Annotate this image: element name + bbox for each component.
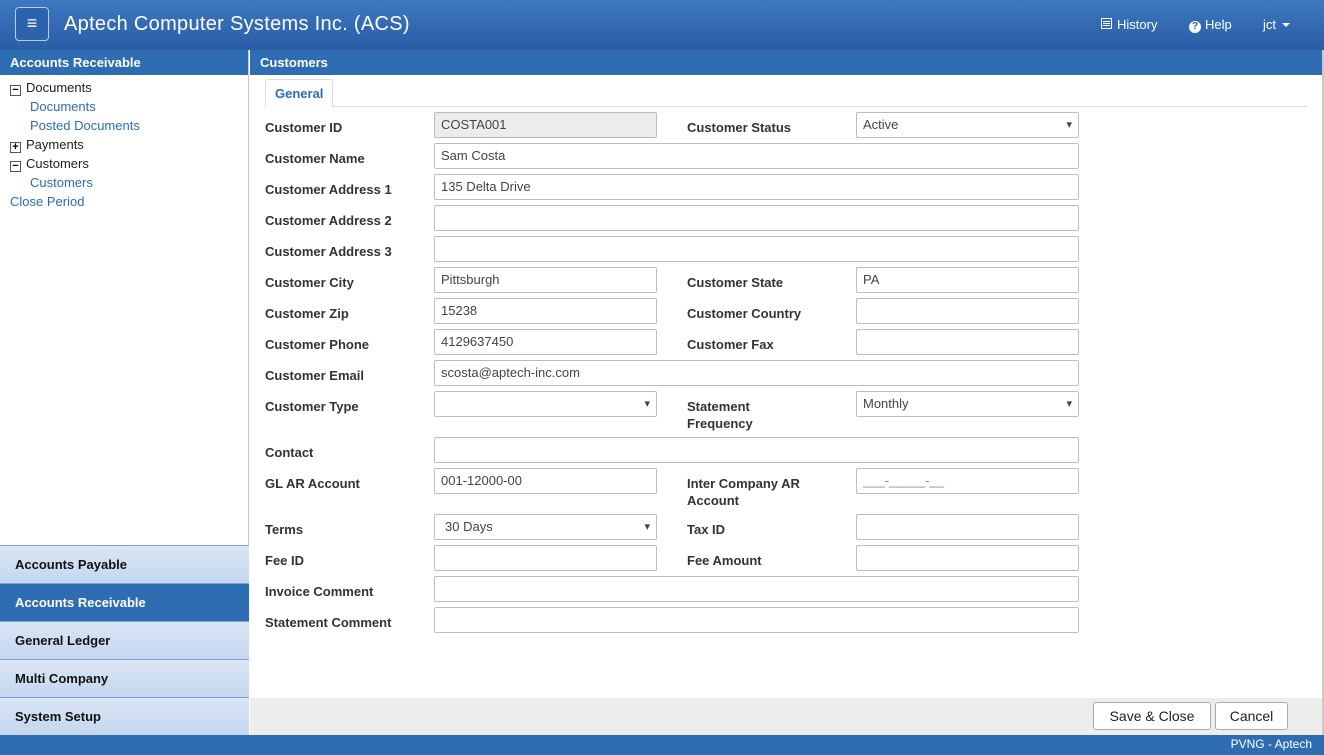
module-accounts-payable[interactable]: Accounts Payable — [0, 545, 249, 583]
customer-address-3-label: Customer Address 3 — [265, 244, 392, 259]
customer-status-label: Customer Status — [687, 120, 792, 135]
module-system-setup[interactable]: System Setup — [0, 697, 249, 735]
customer-id-label: Customer ID — [265, 120, 343, 135]
tax-id-field[interactable] — [856, 514, 1079, 540]
customer-city-label: Customer City — [265, 275, 354, 290]
user-menu[interactable]: jct — [1263, 17, 1290, 32]
tree-node-payments[interactable]: + Payments — [10, 135, 248, 154]
documents-link[interactable]: Documents — [30, 99, 96, 114]
tab-general[interactable]: General — [265, 79, 334, 108]
statement-frequency-label: Statement Frequency — [687, 399, 753, 431]
tree-node-documents[interactable]: − Documents — [10, 78, 248, 97]
customer-type-select[interactable] — [434, 391, 657, 417]
tree-item-customers[interactable]: Customers — [10, 173, 248, 192]
module-general-ledger[interactable]: General Ledger — [0, 621, 249, 659]
inter-company-ar-account-field[interactable]: ___-_____-__ — [856, 468, 1079, 494]
customer-email-label: Customer Email — [265, 368, 364, 383]
history-label: History — [1117, 17, 1158, 32]
customer-address-1-label: Customer Address 1 — [265, 182, 392, 197]
customer-type-label: Customer Type — [265, 399, 359, 414]
posted-documents-link[interactable]: Posted Documents — [30, 118, 140, 133]
tree-node-customers[interactable]: − Customers — [10, 154, 248, 173]
question-circle-icon: ? — [1189, 21, 1201, 33]
fee-id-label: Fee ID — [265, 553, 305, 568]
fee-amount-field[interactable] — [856, 545, 1079, 571]
contact-label: Contact — [265, 445, 314, 460]
module-multi-company[interactable]: Multi Company — [0, 659, 249, 697]
hamburger-menu-button[interactable]: ≡ — [15, 7, 49, 41]
inter-company-ar-account-label: Inter Company AR Account — [687, 476, 800, 508]
tree-item-posted-documents[interactable]: Posted Documents — [10, 116, 248, 135]
tree-item-close-period[interactable]: Close Period — [10, 192, 248, 211]
customer-state-field[interactable]: PA — [856, 267, 1079, 293]
customer-name-field[interactable]: Sam Costa — [434, 143, 1079, 169]
contact-field[interactable] — [434, 437, 1079, 463]
invoice-comment-field[interactable] — [434, 576, 1079, 602]
list-icon — [1101, 17, 1112, 32]
collapse-icon[interactable]: − — [10, 161, 21, 172]
module-accounts-receivable[interactable]: Accounts Receivable — [0, 583, 249, 621]
customer-address-3-field[interactable] — [434, 236, 1079, 262]
fee-id-field[interactable] — [434, 545, 657, 571]
help-link[interactable]: ? Help — [1189, 17, 1232, 33]
navigation-tree: − Documents Documents Posted Documents + P… — [0, 75, 248, 211]
terms-label: Terms — [265, 522, 304, 537]
customer-email-field[interactable]: scosta@aptech-inc.com — [434, 360, 1079, 386]
customer-fax-field[interactable] — [856, 329, 1079, 355]
statement-comment-label: Statement Comment — [265, 615, 392, 630]
tree-node-label: Documents — [26, 80, 92, 95]
main-panel: Customers General Customer ID COSTA001 C… — [250, 50, 1324, 735]
caret-down-icon — [1282, 23, 1290, 27]
customer-name-label: Customer Name — [265, 151, 365, 166]
collapse-icon[interactable]: − — [10, 85, 21, 96]
tax-id-label: Tax ID — [687, 522, 726, 537]
app-header: ≡ Aptech Computer Systems Inc. (ACS) His… — [0, 0, 1324, 50]
close-period-link[interactable]: Close Period — [10, 194, 84, 209]
customer-state-label: Customer State — [687, 275, 784, 290]
tree-node-label: Customers — [26, 156, 89, 171]
status-text: PVNG - Aptech — [1230, 737, 1312, 751]
sidebar-title: Accounts Receivable — [0, 50, 248, 75]
user-name: jct — [1263, 17, 1276, 32]
customer-country-field[interactable] — [856, 298, 1079, 324]
tree-node-label: Payments — [26, 137, 84, 152]
history-link[interactable]: History — [1101, 17, 1157, 32]
save-close-button[interactable]: Save & Close — [1093, 702, 1211, 730]
app-title: Aptech Computer Systems Inc. (ACS) — [64, 13, 410, 35]
cancel-button[interactable]: Cancel — [1215, 702, 1288, 730]
customer-city-field[interactable]: Pittsburgh — [434, 267, 657, 293]
action-bar: Save & Close Cancel — [250, 698, 1324, 735]
sidebar: Accounts Receivable − Documents Documents… — [0, 50, 249, 735]
fee-amount-label: Fee Amount — [687, 553, 762, 568]
statement-frequency-select[interactable]: Monthly — [856, 391, 1079, 417]
customer-status-select[interactable]: Active — [856, 112, 1079, 138]
tree-item-documents[interactable]: Documents — [10, 97, 248, 116]
customer-address-1-field[interactable]: 135 Delta Drive — [434, 174, 1079, 200]
module-list: Accounts Payable Accounts Receivable Gen… — [0, 545, 249, 735]
expand-icon[interactable]: + — [10, 142, 21, 153]
invoice-comment-label: Invoice Comment — [265, 584, 374, 599]
gl-ar-account-field[interactable]: 001-12000-00 — [434, 468, 657, 494]
terms-select[interactable]: 30 Days — [434, 514, 657, 540]
customer-address-2-field[interactable] — [434, 205, 1079, 231]
customer-country-label: Customer Country — [687, 306, 802, 321]
customer-phone-label: Customer Phone — [265, 337, 370, 352]
customer-id-field: COSTA001 — [434, 112, 657, 138]
customers-link[interactable]: Customers — [30, 175, 93, 190]
customer-fax-label: Customer Fax — [687, 337, 774, 352]
tab-bar: General — [265, 79, 1307, 108]
customer-zip-field[interactable]: 15238 — [434, 298, 657, 324]
statement-comment-field[interactable] — [434, 607, 1079, 633]
status-bar: PVNG - Aptech — [0, 735, 1324, 755]
customer-address-2-label: Customer Address 2 — [265, 213, 392, 228]
customer-zip-label: Customer Zip — [265, 306, 349, 321]
page-title: Customers — [250, 50, 1324, 75]
help-label: Help — [1205, 17, 1232, 32]
customer-phone-field[interactable]: 4129637450 — [434, 329, 657, 355]
gl-ar-account-label: GL AR Account — [265, 476, 360, 491]
